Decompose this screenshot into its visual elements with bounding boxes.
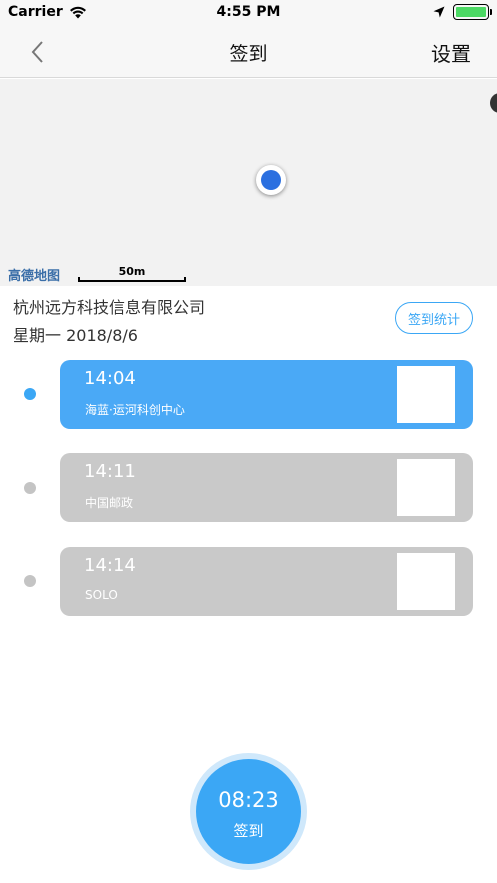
timeline-dot [24, 575, 36, 587]
sign-in-time: 08:23 [218, 788, 279, 812]
sign-in-button-core[interactable]: 08:23 签到 [196, 759, 301, 864]
checkin-record[interactable]: 14:11 中国邮政 [60, 453, 473, 522]
record-place: SOLO [85, 588, 118, 602]
record-place: 中国邮政 [85, 496, 134, 510]
status-right [433, 4, 492, 20]
map-scale: 50m [78, 265, 186, 282]
company-name: 杭州远方科技信息有限公司 [13, 298, 206, 317]
map-provider-logo: 高德地图 [8, 269, 61, 284]
nav-bar: 签到 设置 [0, 26, 497, 78]
map-view[interactable]: 高德地图 50m [0, 79, 497, 286]
record-photo[interactable] [397, 553, 455, 610]
current-location-marker [256, 165, 286, 195]
sign-in-button[interactable]: 08:23 签到 [190, 753, 307, 870]
record-photo[interactable] [397, 366, 455, 423]
page-title: 签到 [229, 43, 268, 65]
location-arrow-icon [433, 6, 445, 18]
sign-in-label: 签到 [233, 822, 264, 840]
battery-level [456, 7, 486, 17]
record-time: 14:14 [84, 555, 136, 576]
record-time: 14:04 [84, 368, 136, 389]
record-place: 海蓝·运河科创中心 [85, 403, 185, 417]
timeline-dot [24, 388, 36, 400]
status-time: 4:55 PM [216, 4, 281, 20]
map-scale-bar [78, 277, 186, 282]
compass-icon[interactable] [490, 93, 497, 113]
checkin-record[interactable]: 14:04 海蓝·运河科创中心 [60, 360, 473, 429]
record-time: 14:11 [84, 461, 136, 482]
sign-in-stats-button[interactable]: 签到统计 [395, 302, 473, 334]
record-photo[interactable] [397, 459, 455, 516]
timeline-dot [24, 482, 36, 494]
status-bar: Carrier 4:55 PM [0, 0, 497, 26]
battery-icon [453, 4, 492, 20]
settings-button[interactable]: 设置 [431, 38, 471, 67]
date-label: 星期一 2018/8/6 [13, 326, 138, 345]
checkin-record[interactable]: 14:14 SOLO [60, 547, 473, 616]
